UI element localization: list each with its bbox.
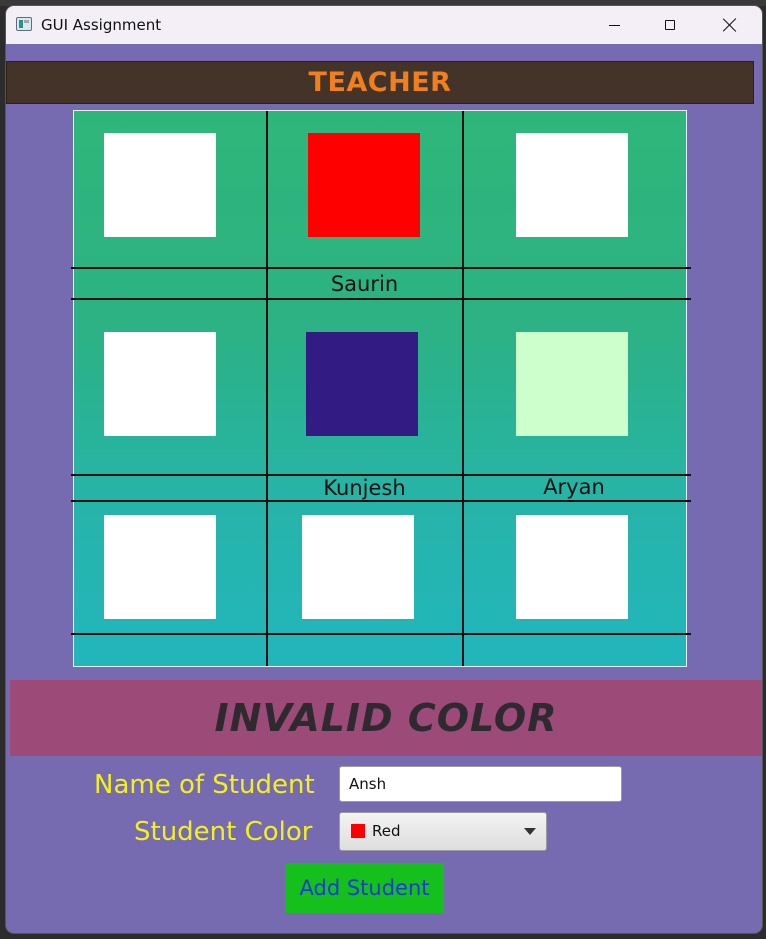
grid-row-divider: [71, 298, 691, 300]
color-swatch-icon: [351, 824, 365, 838]
seat-6-name: Aryan: [543, 475, 605, 499]
teacher-banner: TEACHER: [6, 61, 754, 104]
minimize-button[interactable]: [586, 6, 642, 44]
seat-2[interactable]: [308, 133, 420, 237]
seat-5[interactable]: [306, 332, 418, 436]
status-banner: INVALID COLOR: [10, 680, 762, 756]
seat-6[interactable]: [516, 332, 628, 436]
app-icon: [16, 17, 32, 31]
close-button[interactable]: [702, 6, 758, 44]
title-bar[interactable]: GUI Assignment: [6, 6, 762, 44]
name-label: Name of Student: [94, 770, 315, 800]
teacher-label: TEACHER: [308, 67, 452, 98]
seat-2-name: Saurin: [330, 272, 399, 296]
color-label: Student Color: [134, 817, 313, 847]
grid-row-divider: [71, 633, 691, 635]
grid-column-divider: [266, 111, 268, 666]
maximize-button[interactable]: [642, 6, 698, 44]
seat-9[interactable]: [516, 515, 628, 619]
seating-grid: Saurin Kunjesh Aryan: [71, 110, 691, 667]
status-message: INVALID COLOR: [214, 696, 558, 740]
seat-3[interactable]: [516, 133, 628, 237]
close-icon: [723, 18, 737, 32]
chevron-down-icon: [524, 828, 536, 835]
seat-4[interactable]: [104, 332, 216, 436]
color-select-value: Red: [372, 822, 401, 840]
minimize-icon: [608, 24, 620, 26]
grid-row-divider: [71, 267, 691, 269]
seat-5-name: Kunjesh: [323, 476, 406, 500]
window-title: GUI Assignment: [41, 16, 162, 34]
maximize-icon: [665, 20, 675, 30]
seat-7[interactable]: [104, 515, 216, 619]
add-student-button[interactable]: Add Student: [285, 863, 444, 913]
student-name-input[interactable]: Ansh: [339, 766, 622, 802]
grid-column-divider: [462, 111, 464, 666]
student-color-select[interactable]: Red: [339, 812, 547, 851]
seat-1[interactable]: [104, 133, 216, 237]
seat-8[interactable]: [302, 515, 414, 619]
grid-row-divider: [71, 500, 691, 502]
app-window: GUI Assignment TEACHER Saurin Kunjesh Ar…: [6, 6, 762, 933]
